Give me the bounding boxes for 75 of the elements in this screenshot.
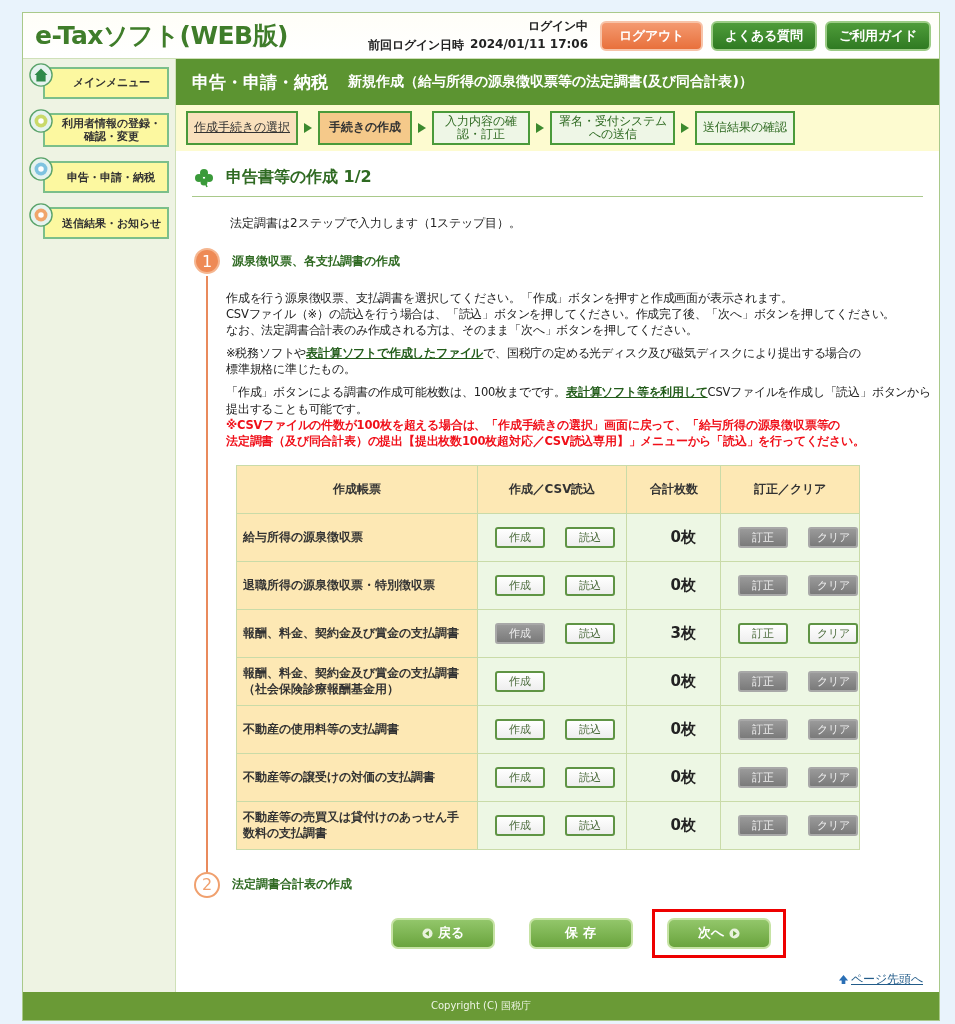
instruction-text: 「作成」ボタンによる調書の作成可能枚数は、100枚までです。表計算ソフト等を利用してCSVファイルを作成し「読込」ボタンから 提出することも可能です。 <box>226 384 931 417</box>
table-cell: 退職所得の源泉徴収票・特別徴収票 <box>236 561 478 610</box>
table-button[interactable]: 読込 <box>565 622 615 644</box>
instruction-text: 作成を行う源泉徴収票、支払調書を選択してください。「作成」ボタンを押すと作成画面が表示されます。 CSVファイル（※）の読込を行う場合は、「読込」ボタンを押してください。作成完了後、「次へ」ボタンを押してください。 なお、法定調書合計表のみ作成される方は、そのまま「次へ」ボタンを押してください。 <box>226 290 896 339</box>
page-subtitle: 新規作成（給与所得の源泉徴収票等の法定調書(及び同合計表)） <box>348 73 753 91</box>
login-status: ログイン中 <box>528 17 588 35</box>
circle-icon <box>29 109 53 133</box>
step-number-badge: 2 <box>194 871 220 898</box>
column-header: 作成／CSV読込 <box>477 465 627 514</box>
table-cell: 報酬、料金、契約金及び賞金の支払調書 <box>236 609 478 658</box>
table-button[interactable]: 読込 <box>565 766 615 788</box>
table-button[interactable]: 作成 <box>495 670 545 692</box>
table-button[interactable]: 作成 <box>495 526 545 548</box>
instruction-text: ※税務ソフトや表計算ソフトで作成したファイルで、国税庁の定める光ディスク及び磁気ディスクにより提出する場合の 標準規格に準じたもの。 <box>226 345 861 378</box>
table-button[interactable]: 読込 <box>565 526 615 548</box>
table-cell: 3枚 <box>626 609 721 658</box>
table-cell: 報酬、料金、契約金及び賞金の支払調書（社会保険診療報酬基金用） <box>236 657 478 706</box>
app-logo: e-Taxソフト(WEB版) <box>35 20 290 52</box>
link[interactable]: 表計算ソフト等を利用して <box>565 385 708 400</box>
step-title: 源泉徴収票、各支払調書の作成 <box>232 252 400 270</box>
progress-step: 署名・受付システムへの送信 <box>550 111 676 145</box>
step-number-badge: 1 <box>194 248 220 274</box>
table-cell: 給与所得の源泉徴収票 <box>236 513 478 562</box>
sidebar-item[interactable]: メインメニュー <box>43 67 169 99</box>
table-button[interactable]: 読込 <box>565 718 615 740</box>
page-top-link[interactable]: ページ先頭へ <box>851 970 923 988</box>
back-icon <box>421 927 433 939</box>
last-login-time: 2024/01/11 17:06 <box>470 36 588 53</box>
table-button[interactable]: 作成 <box>495 814 545 836</box>
section-heading: 申告書等の作成 1/2 <box>226 167 372 188</box>
sidebar-item[interactable]: 利用者情報の登録・確認・変更 <box>43 113 169 148</box>
table-cell: 不動産の使用料等の支払調書 <box>236 705 478 754</box>
table-button[interactable]: クリア <box>808 622 858 644</box>
last-login-label: 前回ログイン日時 <box>368 36 465 54</box>
table-button[interactable]: 作成 <box>495 574 545 596</box>
progress-step: 送信結果の確認 <box>695 111 796 145</box>
table-cell: 0枚 <box>626 513 721 562</box>
next-icon <box>728 927 740 939</box>
table-button[interactable]: 読込 <box>565 574 615 596</box>
link[interactable]: 表計算ソフトで作成したファイル <box>306 346 484 361</box>
table-button[interactable]: 作成 <box>495 766 545 788</box>
step-arrow-icon <box>418 123 426 133</box>
step-title: 法定調書合計表の作成 <box>232 876 352 894</box>
step-arrow-icon <box>304 123 312 133</box>
table-button[interactable]: 作成 <box>495 718 545 740</box>
page-title: 申告・申請・納税 <box>192 70 328 94</box>
column-header: 作成帳票 <box>236 465 478 514</box>
table-button[interactable]: 読込 <box>565 814 615 836</box>
copyright-text: Copyright (C) 国税庁 <box>431 998 531 1013</box>
house-icon <box>29 63 53 87</box>
circle-icon <box>29 203 53 228</box>
up-arrow-icon <box>838 973 849 985</box>
table-cell: 0枚 <box>626 705 721 754</box>
progress-step: 入力内容の確認・訂正 <box>432 111 530 145</box>
help-button[interactable]: ご利用ガイド <box>825 20 931 51</box>
progress-step: 手続きの作成 <box>318 111 412 145</box>
progress-step-link[interactable]: 作成手続きの選択 <box>186 111 298 145</box>
table-cell: 不動産等の譲受けの対価の支払調書 <box>236 753 478 802</box>
column-header: 訂正／クリア <box>720 465 860 514</box>
sidebar-item[interactable]: 送信結果・お知らせ <box>43 207 169 240</box>
table-cell: 0枚 <box>626 657 721 706</box>
step-arrow-icon <box>536 123 544 133</box>
circle-icon <box>29 157 53 182</box>
warning-text: ※CSVファイルの件数が100枚を超える場合は、「作成手続きの選択」画面に戻って、「給与所得の源泉徴収票等の 法定調書（及び同合計表）の提出【提出枚数100枚超対応／CSV読込専用】」メニューから「読込」を行ってください。 <box>226 416 865 449</box>
intro-text: 法定調書は2ステップで入力します（1ステップ目）。 <box>230 215 523 232</box>
table-button[interactable]: 訂正 <box>738 622 788 644</box>
column-header: 合計枚数 <box>626 465 721 514</box>
table-cell: 0枚 <box>626 561 721 610</box>
step-arrow-icon <box>681 123 690 133</box>
table-cell: 不動産等の売買又は貸付けのあっせん手数料の支払調書 <box>236 801 478 850</box>
table-cell: 0枚 <box>626 753 721 802</box>
table-cell: 0枚 <box>626 801 721 850</box>
help-button[interactable]: よくある質問 <box>711 20 817 51</box>
clover-icon <box>194 167 214 188</box>
sidebar-item[interactable]: 申告・申請・納税 <box>43 161 169 194</box>
